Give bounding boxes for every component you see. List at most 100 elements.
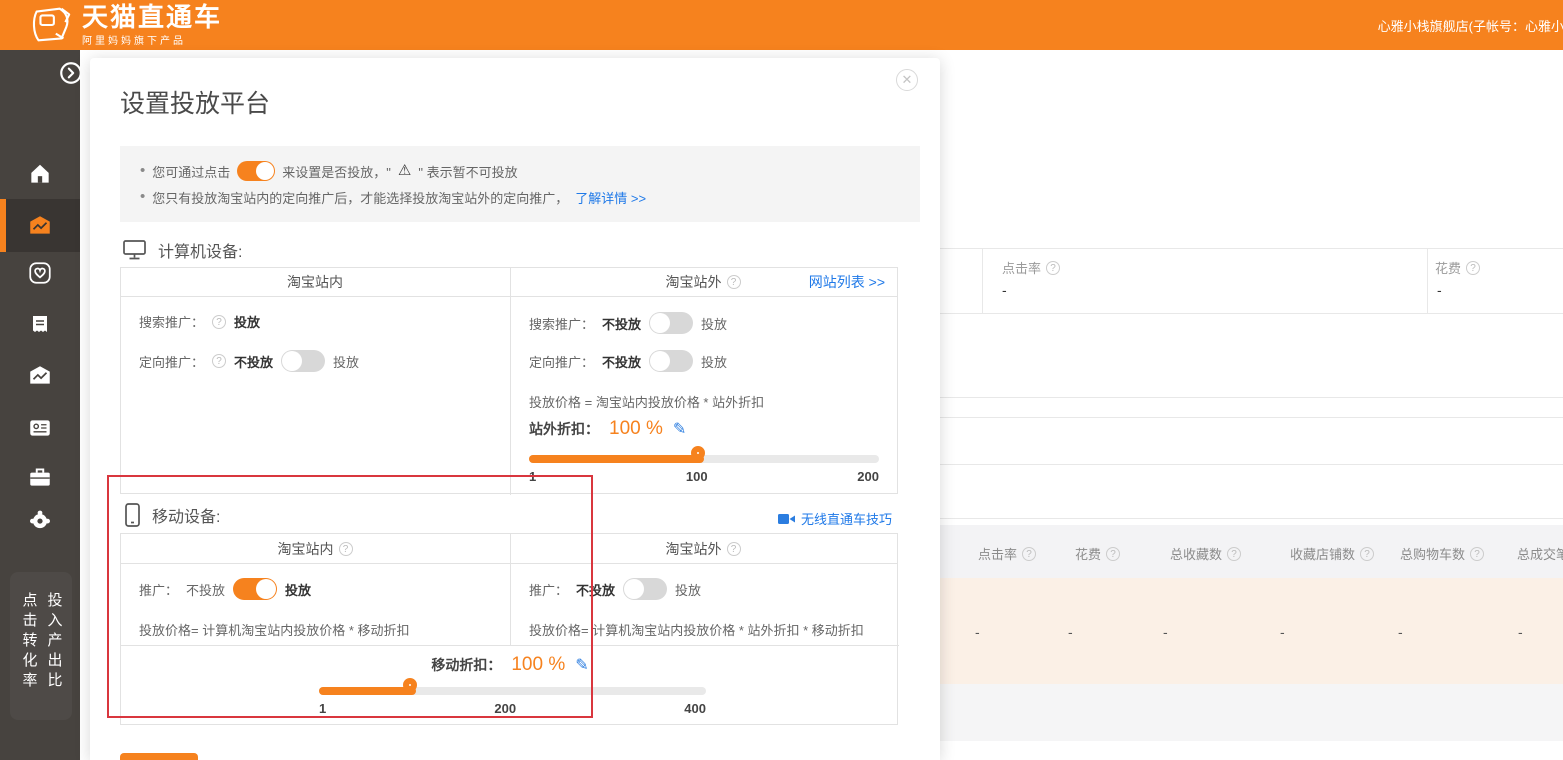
sidebar-item-creatives[interactable] xyxy=(0,351,80,401)
pc-platform-table: 淘宝站内 淘宝站外 网站列表 >> 搜索推广： 投放 定向推广： 不投放 xyxy=(120,267,898,494)
slider-handle[interactable] xyxy=(691,446,705,460)
question-icon[interactable] xyxy=(727,275,741,289)
question-icon[interactable] xyxy=(727,542,741,556)
pc-outside-target-toggle[interactable] xyxy=(649,350,693,372)
receipt-icon xyxy=(28,313,52,337)
summary-metric-ctr-label: 点击率 xyxy=(1002,258,1041,277)
pc-discount-row: 站外折扣： 100 % xyxy=(529,418,686,440)
mobile-outside-row: 推广： 不投放 投放 xyxy=(529,578,701,600)
warning-icon xyxy=(398,164,411,178)
site-list-link[interactable]: 网站列表 >> xyxy=(809,272,885,292)
bullet-icon xyxy=(140,191,145,203)
slider-fill xyxy=(529,455,704,463)
train-logo-icon xyxy=(28,4,74,46)
set-platform-modal: 设置投放平台 您可通过点击 来设置是否投放，" " 表示暂不可投放 您只有投放淘… xyxy=(90,58,940,760)
mobile-discount-row: 移动折扣： 100 % xyxy=(121,654,899,676)
note-line-1: 您可通过点击 来设置是否投放，" " 表示暂不可投放 xyxy=(140,161,900,181)
divider xyxy=(940,417,1563,418)
mobile-inside-toggle[interactable] xyxy=(233,578,277,600)
note2-text: 您只有投放淘宝站内的定向推广后，才能选择投放淘宝站外的定向推广， xyxy=(152,188,568,207)
edit-icon[interactable] xyxy=(575,655,588,675)
question-icon[interactable] xyxy=(1470,547,1484,561)
question-icon[interactable] xyxy=(1022,547,1036,561)
mobile-slider-labels: 1 200 400 xyxy=(319,701,706,716)
question-icon[interactable] xyxy=(212,354,226,368)
col-header-favorites: 总收藏数 xyxy=(1170,544,1241,563)
chevron-right-circle-icon xyxy=(58,60,84,86)
metric-click-conversion-rate: 点击转化率 xyxy=(21,592,37,720)
mobile-outside-price-formula: 投放价格= 计算机淘宝站内投放价格 * 站外折扣 * 移动折扣 xyxy=(529,620,864,639)
wireless-tips[interactable]: 无线直通车技巧 xyxy=(778,509,892,528)
mobile-inside-row: 推广： 不投放 投放 xyxy=(139,578,311,600)
mobile-discount-slider[interactable] xyxy=(319,687,706,695)
sidebar-item-home[interactable] xyxy=(0,149,80,199)
info-box: 您可通过点击 来设置是否投放，" " 表示暂不可投放 您只有投放淘宝站内的定向推… xyxy=(120,146,920,222)
col-header-orders: 总成交笔 xyxy=(1517,544,1563,563)
learn-more-link[interactable]: 了解详情 >> xyxy=(575,188,646,207)
sidebar-expand-button[interactable] xyxy=(58,60,84,86)
pc-inside-search-row: 搜索推广： 投放 xyxy=(139,312,260,331)
sidebar: 点击转化率 投入产出比 xyxy=(0,50,80,760)
phone-icon xyxy=(125,503,140,527)
home-icon xyxy=(27,161,53,187)
pc-discount-label: 站外折扣： xyxy=(529,419,599,439)
pc-inside-search-state: 投放 xyxy=(234,312,260,331)
close-icon[interactable] xyxy=(896,69,918,91)
question-icon[interactable] xyxy=(1227,547,1241,561)
account-name[interactable]: 心雅小栈旗舰店(子帐号：心雅小栈 xyxy=(1378,16,1563,35)
pc-section-heading: 计算机设备: xyxy=(123,238,242,262)
summary-metric-cost-label: 花费 xyxy=(1435,258,1461,277)
cell-value: - xyxy=(1518,624,1523,640)
col-header-shop-favorites: 收藏店铺数 xyxy=(1290,544,1374,563)
pc-table-header: 淘宝站内 淘宝站外 网站列表 >> xyxy=(121,268,897,297)
heart-icon xyxy=(27,260,53,286)
edit-icon[interactable] xyxy=(673,419,686,439)
pc-outside-search-toggle[interactable] xyxy=(649,312,693,334)
pc-discount-slider[interactable] xyxy=(529,455,879,463)
cell-value: - xyxy=(1068,624,1073,640)
wireless-tips-link[interactable]: 无线直通车技巧 xyxy=(801,509,892,528)
question-icon[interactable] xyxy=(339,542,353,556)
table-row xyxy=(940,684,1563,741)
bullet-icon xyxy=(140,165,145,177)
sidebar-metrics-panel[interactable]: 点击转化率 投入产出比 xyxy=(10,572,72,720)
sidebar-item-account-card[interactable] xyxy=(0,403,80,453)
example-toggle-icon xyxy=(237,161,275,181)
pc-inside-target-toggle[interactable] xyxy=(281,350,325,372)
col-header-cost: 花费 xyxy=(1075,544,1120,563)
brand-title: 天猫直通车 xyxy=(82,3,222,31)
sidebar-item-favorites[interactable] xyxy=(0,248,80,298)
question-icon[interactable] xyxy=(1106,547,1120,561)
pc-outside-target-row: 定向推广： 不投放 投放 xyxy=(529,350,727,372)
mobile-inside-price-formula: 投放价格= 计算机淘宝站内投放价格 * 移动折扣 xyxy=(139,620,410,639)
sidebar-item-campaign-active[interactable] xyxy=(0,199,80,252)
question-icon[interactable] xyxy=(212,315,226,329)
divider xyxy=(940,518,1563,519)
mobile-section-heading: 移动设备: xyxy=(125,503,220,527)
pc-slider-labels: 1 100 200 xyxy=(529,469,879,484)
slider-fill xyxy=(319,687,416,695)
note-line-2: 您只有投放淘宝站内的定向推广后，才能选择投放淘宝站外的定向推广， 了解详情 >> xyxy=(140,188,900,207)
table-row xyxy=(940,578,1563,684)
pc-inside-target-row: 定向推广： 不投放 投放 xyxy=(139,350,359,372)
summary-metric-cost-value: - xyxy=(1437,282,1442,298)
summary-metric-ctr: 点击率 xyxy=(1002,258,1060,277)
question-icon[interactable] xyxy=(1360,547,1374,561)
brand-subtitle: 阿里妈妈旗下产品 xyxy=(82,32,222,47)
question-icon[interactable] xyxy=(1466,261,1480,275)
brand-text: 天猫直通车 阿里妈妈旗下产品 xyxy=(82,3,222,47)
slider-handle[interactable] xyxy=(403,678,417,692)
divider xyxy=(982,248,983,313)
sidebar-item-community[interactable] xyxy=(0,495,80,545)
cell-value: - xyxy=(1280,624,1285,640)
col-header-ctr: 点击率 xyxy=(978,544,1036,563)
question-icon[interactable] xyxy=(1046,261,1060,275)
divider xyxy=(510,534,511,645)
sidebar-item-reports[interactable] xyxy=(0,300,80,350)
summary-metric-ctr-value: - xyxy=(1002,282,1007,298)
mobile-outside-toggle[interactable] xyxy=(623,578,667,600)
divider xyxy=(510,268,511,495)
brand-logo[interactable]: 天猫直通车 阿里妈妈旗下产品 xyxy=(28,3,222,47)
divider xyxy=(940,248,1563,249)
confirm-button[interactable] xyxy=(120,753,198,760)
